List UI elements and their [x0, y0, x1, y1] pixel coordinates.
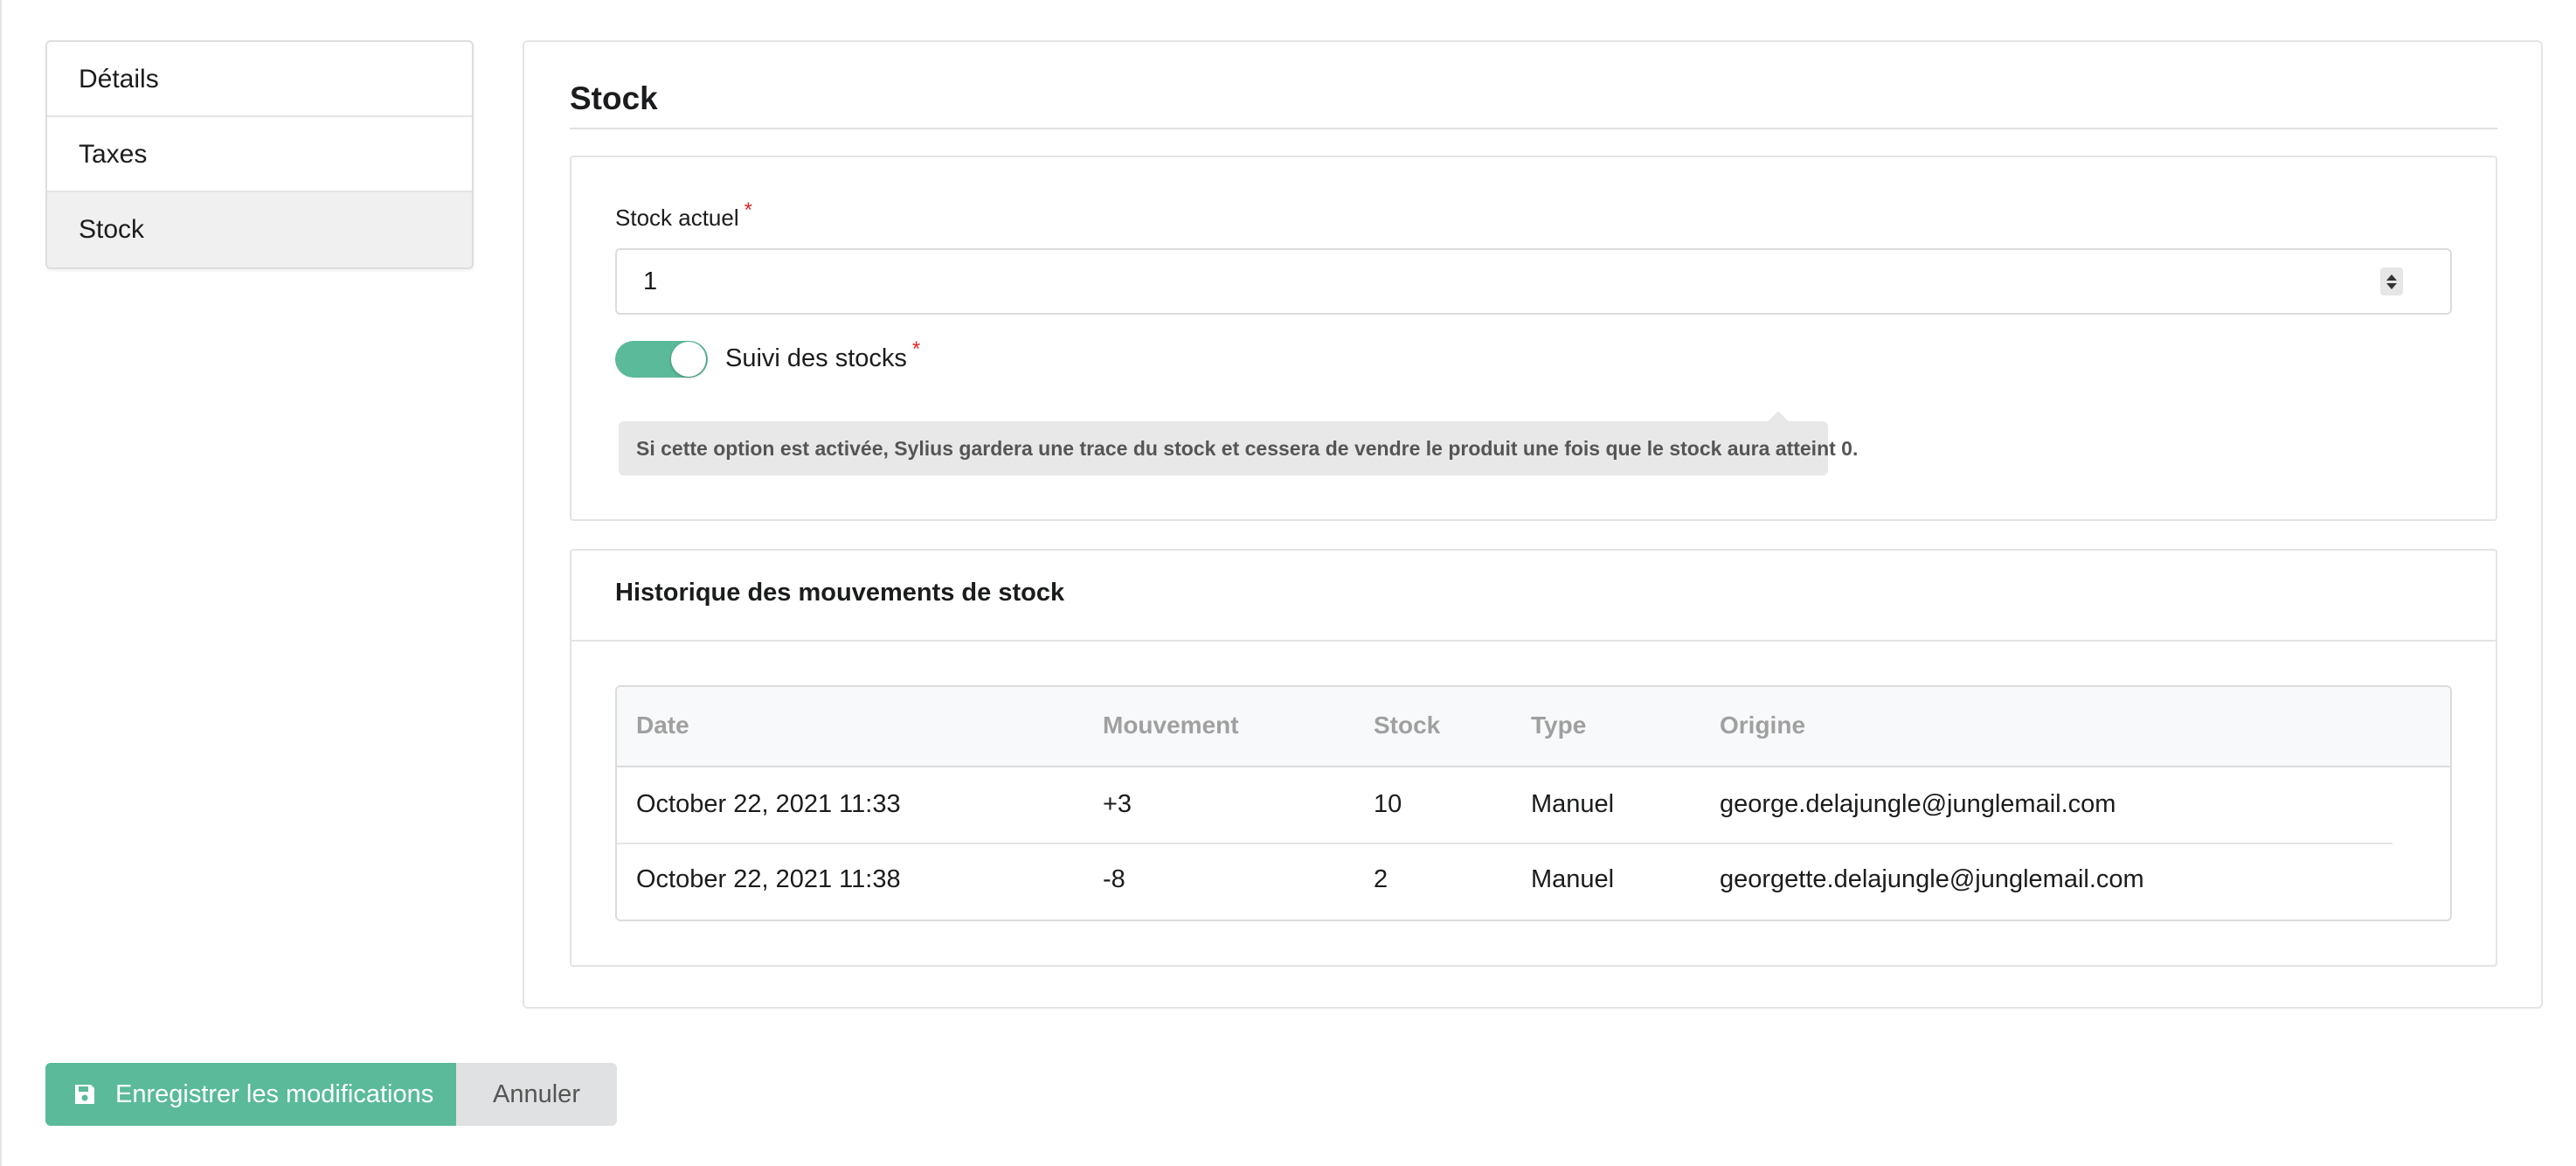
cell-origin: george.delajungle@junglemail.com	[1720, 790, 2116, 818]
page-left-border	[0, 0, 2, 1166]
required-marker: *	[744, 198, 752, 222]
spinner-down-icon[interactable]	[2386, 282, 2397, 289]
page-title: Stock	[570, 80, 658, 116]
cell-date: October 22, 2021 11:38	[636, 865, 901, 893]
cell-stock: 10	[1374, 790, 1402, 818]
floppy-disk-icon	[73, 1083, 96, 1106]
stock-history-title: Historique des mouvements de stock	[615, 579, 1065, 607]
cell-type: Manuel	[1531, 790, 1615, 818]
required-marker: *	[911, 337, 921, 361]
stock-panel: Stock Stock actuel* Suivi des stocks* Si…	[523, 40, 2543, 1009]
sidebar-item-taxes[interactable]: Taxes	[47, 117, 472, 192]
stock-history-card: Historique des mouvements de stock Date …	[570, 549, 2497, 967]
cell-date: October 22, 2021 11:33	[636, 790, 901, 818]
stock-tracking-help: Si cette option est activée, Sylius gard…	[619, 421, 1858, 475]
stock-history-header: Historique des mouvements de stock	[571, 551, 2496, 642]
stock-tracking-label: Suivi des stocks *	[725, 337, 920, 373]
spinner-up-icon[interactable]	[2386, 274, 2397, 281]
column-header-movement[interactable]: Mouvement	[1103, 711, 1239, 739]
stock-field-label-text: Stock actuel	[615, 205, 739, 231]
cell-origin: georgette.delajungle@junglemail.com	[1720, 865, 2144, 893]
toggle-knob	[671, 342, 706, 377]
title-divider	[570, 128, 2497, 129]
column-header-stock[interactable]: Stock	[1374, 711, 1440, 739]
column-header-origin[interactable]: Origine	[1720, 711, 1805, 739]
cell-movement: +3	[1103, 790, 1132, 818]
stock-field-label: Stock actuel *	[615, 198, 752, 232]
sidebar-item-details[interactable]: Détails	[47, 42, 472, 117]
table-row: October 22, 2021 11:38 -8 2 Manuel georg…	[617, 843, 2450, 918]
stock-settings-card: Stock actuel* Suivi des stocks* Si cette…	[570, 156, 2497, 521]
save-changes-button[interactable]: Enregistrer les modifications	[45, 1063, 456, 1126]
save-changes-label: Enregistrer les modifications	[115, 1079, 434, 1108]
column-header-date[interactable]: Date	[636, 711, 689, 739]
number-spinner-icon[interactable]	[2380, 267, 2403, 295]
stock-tracking-toggle[interactable]	[615, 341, 708, 378]
cell-stock: 2	[1374, 865, 1388, 893]
cell-movement: -8	[1103, 865, 1125, 893]
column-header-type[interactable]: Type	[1531, 711, 1586, 739]
table-row: October 22, 2021 11:33 +3 10 Manuel geor…	[617, 767, 2450, 843]
cancel-button[interactable]: Annuler	[456, 1063, 617, 1126]
stock-tracking-label-text: Suivi des stocks	[725, 344, 907, 372]
stock-history-table: Date Mouvement Stock Type Origine Octobe…	[615, 685, 2452, 921]
cell-type: Manuel	[1531, 865, 1615, 893]
table-header: Date Mouvement Stock Type Origine	[617, 687, 2450, 767]
sidebar-item-stock[interactable]: Stock	[47, 192, 472, 267]
stock-quantity-input[interactable]	[615, 248, 2452, 315]
sidebar-menu: Détails Taxes Stock	[45, 40, 474, 269]
